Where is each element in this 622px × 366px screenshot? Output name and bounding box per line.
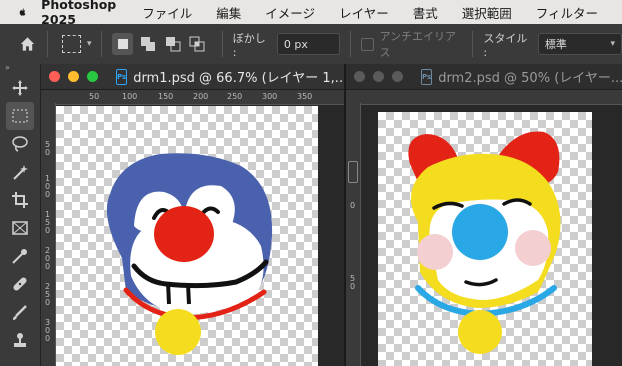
window-controls (354, 71, 411, 82)
healing-brush-tool[interactable] (6, 270, 34, 298)
antialias-checkbox[interactable] (361, 37, 374, 51)
rectangular-marquee-tool[interactable] (6, 102, 34, 130)
menu-image[interactable]: イメージ (265, 3, 315, 22)
frame-tool[interactable] (6, 214, 34, 242)
horizontal-ruler[interactable] (346, 90, 622, 105)
subtract-selection-button[interactable] (162, 33, 183, 55)
menu-bar: Photoshop 2025 ファイル 編集 イメージ レイヤー 書式 選択範囲… (0, 0, 622, 27)
ruler-label: 150 (158, 92, 174, 101)
document-tab-drm1[interactable]: Ps drm1.psd @ 66.7% (レイヤー 1,... (41, 64, 344, 90)
collapse-panel-icon[interactable]: » (0, 64, 40, 74)
ruler-label: 2 5 0 (45, 282, 51, 307)
frame-icon (12, 221, 28, 235)
magic-wand-icon (13, 165, 28, 180)
new-selection-button[interactable] (112, 33, 134, 55)
document-title: drm1.psd @ 66.7% (レイヤー 1,... (133, 71, 344, 86)
clown-face-artwork (106, 153, 273, 355)
menu-file[interactable]: ファイル (142, 3, 192, 22)
divider (221, 31, 223, 57)
menu-edit[interactable]: 編集 (216, 3, 241, 22)
ruler-label: 100 (122, 92, 138, 101)
tools-panel: » (0, 64, 41, 366)
minimize-window-button[interactable] (68, 71, 79, 82)
zoom-window-button[interactable] (392, 71, 403, 82)
feather-input[interactable]: 0 px (276, 33, 341, 55)
horizontal-ruler[interactable]: 50 100 150 200 250 300 350 (41, 90, 344, 105)
app-name-menu[interactable]: Photoshop 2025 (41, 0, 116, 27)
bandage-icon (13, 277, 27, 291)
zoom-window-button[interactable] (87, 71, 98, 82)
menu-layer[interactable]: レイヤー (339, 3, 389, 22)
ruler-label: 2 0 0 (45, 246, 51, 271)
canvas-drm1[interactable] (56, 106, 318, 366)
home-icon[interactable] (18, 34, 37, 54)
intersect-selection-icon (189, 36, 205, 52)
chevron-down-icon[interactable]: ▾ (87, 39, 92, 49)
ruler-label: 300 (262, 92, 278, 101)
canvas-drm2[interactable] (378, 112, 592, 366)
document-window-drm1[interactable]: Ps drm1.psd @ 66.7% (レイヤー 1,... 50 100 1… (41, 64, 344, 366)
document-title: drm2.psd @ 50% (レイヤー... (438, 71, 622, 86)
menu-select[interactable]: 選択範囲 (462, 3, 512, 22)
crop-tool[interactable] (6, 186, 34, 214)
document-tab-drm2[interactable]: Ps drm2.psd @ 50% (レイヤー... (346, 64, 622, 90)
scroll-thumb[interactable] (348, 161, 358, 183)
psd-file-icon: Ps (421, 68, 433, 85)
divider (101, 31, 103, 57)
minimize-window-button[interactable] (373, 71, 384, 82)
move-tool[interactable] (6, 74, 34, 102)
marquee-icon (12, 109, 28, 123)
style-label: スタイル : (483, 31, 528, 59)
clone-stamp-tool[interactable] (6, 326, 34, 354)
close-window-button[interactable] (354, 71, 365, 82)
subtract-selection-icon (165, 37, 181, 52)
vertical-ruler[interactable]: 0 5 0 (346, 103, 361, 366)
marquee-preset-icon[interactable] (61, 35, 81, 53)
ruler-label: 350 (297, 92, 313, 101)
vertical-ruler[interactable]: 5 0 1 0 0 1 5 0 2 0 0 2 5 0 3 0 0 (41, 103, 56, 366)
style-value: 標準 (544, 38, 567, 51)
options-bar: ▾ ぼかし : 0 px アンチエイリアス スタイル : 標準 ▾ (0, 24, 622, 65)
lasso-icon (12, 136, 28, 152)
eyedropper-icon (12, 249, 27, 264)
lasso-tool[interactable] (6, 130, 34, 158)
divider (350, 31, 352, 57)
window-controls (49, 71, 106, 82)
new-selection-icon (117, 39, 128, 49)
ruler-label: 250 (227, 92, 243, 101)
menu-filter[interactable]: フィルター (536, 3, 598, 22)
divider (472, 31, 474, 57)
apple-icon[interactable] (18, 4, 27, 20)
ruler-label: 50 (89, 92, 100, 101)
feather-label: ぼかし : (232, 31, 266, 59)
ruler-label: 0 (350, 201, 356, 210)
style-select[interactable]: 標準 ▾ (537, 33, 622, 55)
chevron-down-icon: ▾ (610, 39, 616, 49)
ruler-label: 1 0 0 (45, 174, 51, 199)
clown-face-artwork (408, 131, 561, 354)
ruler-label: 1 5 0 (45, 210, 51, 235)
document-window-drm2[interactable]: Ps drm2.psd @ 50% (レイヤー... 0 5 0 (346, 64, 622, 366)
divider (46, 31, 48, 57)
menu-type[interactable]: 書式 (413, 3, 438, 22)
add-selection-button[interactable] (137, 33, 158, 55)
antialias-label: アンチエイリアス (379, 30, 457, 59)
psd-file-icon: Ps (116, 68, 128, 85)
stamp-icon (14, 333, 26, 347)
brush-icon (13, 305, 27, 320)
ruler-label: 5 0 (350, 274, 356, 291)
crop-icon (12, 192, 28, 208)
magic-wand-tool[interactable] (6, 158, 34, 186)
feather-value: 0 px (283, 37, 308, 51)
move-icon (12, 80, 28, 96)
intersect-selection-button[interactable] (187, 33, 208, 55)
close-window-button[interactable] (49, 71, 60, 82)
brush-tool[interactable] (6, 298, 34, 326)
add-selection-icon (140, 37, 155, 51)
eyedropper-tool[interactable] (6, 242, 34, 270)
ruler-label: 200 (193, 92, 209, 101)
ruler-label: 3 0 0 (45, 318, 51, 343)
ruler-label: 5 0 (45, 140, 51, 157)
